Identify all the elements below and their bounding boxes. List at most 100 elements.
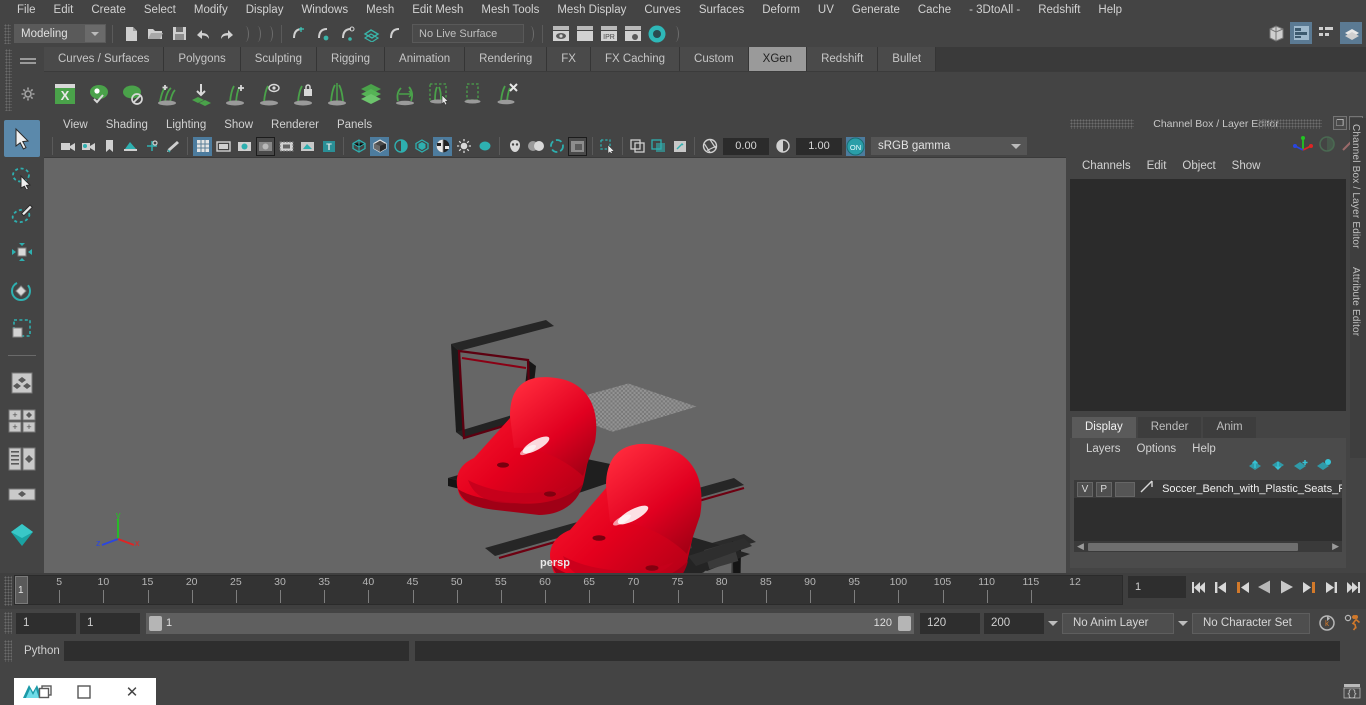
isolate-select-icon[interactable] — [568, 136, 587, 156]
menu-item-curves[interactable]: Curves — [635, 0, 689, 20]
menu-item-surfaces[interactable]: Surfaces — [690, 0, 753, 20]
layer-shading-icon[interactable] — [1139, 479, 1155, 499]
menu-item-file[interactable]: File — [8, 0, 45, 20]
film-origin-icon[interactable] — [277, 137, 296, 156]
move-tool[interactable] — [4, 234, 40, 271]
live-surface-field[interactable]: No Live Surface — [412, 24, 524, 43]
grease-pencil-icon[interactable] — [163, 137, 182, 156]
image-plane-icon[interactable] — [121, 137, 140, 156]
outliner-icon[interactable] — [4, 440, 40, 477]
snap-grid-icon[interactable] — [289, 23, 311, 45]
channel-box-content[interactable] — [1070, 179, 1346, 411]
xgen-lock-icon[interactable] — [286, 74, 320, 114]
go-to-end-icon[interactable] — [1343, 576, 1362, 598]
channels-menu[interactable]: Channels — [1074, 160, 1139, 172]
play-forwards-icon[interactable] — [1277, 576, 1296, 598]
object-menu[interactable]: Object — [1174, 160, 1223, 172]
shelf-tab-bullet[interactable]: Bullet — [878, 47, 937, 71]
scroll-right-arrow[interactable]: ▶ — [1332, 541, 1339, 552]
side-tab-attribute-editor[interactable]: Attribute Editor — [1350, 261, 1361, 336]
character-set-dropdown-arrow[interactable] — [1174, 613, 1192, 633]
shelf-tab-rendering[interactable]: Rendering — [465, 47, 548, 71]
command-language-label[interactable]: Python — [12, 645, 64, 657]
xray-active-components-icon[interactable] — [649, 137, 668, 156]
layer-tab-render[interactable]: Render — [1137, 417, 1202, 438]
command-line-grip[interactable] — [4, 640, 12, 662]
gear-icon[interactable] — [21, 87, 35, 106]
menu-item-cache[interactable]: Cache — [909, 0, 960, 20]
shelf-tab-curves-surfaces[interactable]: Curves / Surfaces — [44, 47, 165, 71]
smooth-shade-icon[interactable] — [370, 136, 389, 156]
2d-pan-zoom-icon[interactable] — [142, 137, 161, 156]
statusbar-grip[interactable] — [4, 23, 11, 44]
layer-name[interactable]: Soccer_Bench_with_Plastic_Seats_For. — [1162, 483, 1342, 495]
menu-item-select[interactable]: Select — [135, 0, 185, 20]
layer-visibility-toggle[interactable]: V — [1077, 481, 1093, 497]
layer-list[interactable]: V P Soccer_Bench_with_Plastic_Seats_For.… — [1074, 480, 1342, 552]
shaded-wireframe-icon[interactable] — [391, 137, 410, 156]
hardware-texturing-icon[interactable] — [412, 137, 431, 156]
snap-point-icon[interactable] — [337, 23, 359, 45]
snap-together-icon[interactable]: + + + — [4, 402, 40, 439]
shelf-tab-xgen[interactable]: XGen — [748, 47, 808, 71]
animation-start-time-field[interactable]: 1 — [16, 612, 76, 634]
maximize-window-icon[interactable] — [60, 678, 108, 705]
viewport-menu-panels[interactable]: Panels — [328, 115, 381, 135]
animation-end-time-field[interactable]: 200 — [984, 612, 1044, 634]
save-scene-icon[interactable] — [168, 23, 190, 45]
undo-icon[interactable] — [192, 23, 214, 45]
menu-item-create[interactable]: Create — [82, 0, 135, 20]
resolution-gate-icon[interactable] — [235, 137, 254, 156]
shelf-tab-polygons[interactable]: Polygons — [164, 47, 241, 71]
wireframe-icon[interactable] — [349, 137, 368, 156]
help-menu[interactable]: Help — [1184, 443, 1224, 455]
character-set-selector[interactable]: No Character Set — [1192, 612, 1310, 634]
xgen-select-region-icon[interactable] — [422, 74, 456, 114]
play-backwards-icon[interactable] — [1255, 576, 1274, 598]
time-slider-track[interactable]: 1 5 10 15 20 25 30 35 40 45 50 55 60 65 70 75 80 85 90 95 1… — [14, 575, 1123, 605]
modeling-toolkit-icon[interactable] — [1265, 22, 1287, 44]
viewport-menu-view[interactable]: View — [54, 115, 97, 135]
range-left-handle[interactable] — [149, 615, 162, 631]
shadows-icon[interactable] — [454, 137, 473, 156]
multisample-icon[interactable] — [526, 137, 545, 156]
menu-set-selector[interactable]: Modeling — [14, 24, 106, 43]
persp-viewport[interactable]: y x z persp — [44, 157, 1066, 573]
show-menu[interactable]: Show — [1224, 160, 1269, 172]
layer-tab-anim[interactable]: Anim — [1203, 417, 1256, 438]
color-management-toggle[interactable]: ON — [846, 136, 865, 156]
xgen-noise-icon[interactable] — [388, 74, 422, 114]
chevron-down-icon[interactable] — [85, 25, 105, 42]
color-space-selector[interactable]: sRGB gamma — [871, 137, 1027, 155]
ipr-render-icon[interactable]: IPR — [598, 23, 620, 45]
xray-icon[interactable] — [298, 137, 317, 156]
menu-item-modify[interactable]: Modify — [185, 0, 237, 20]
move-layer-up-icon[interactable] — [1247, 459, 1263, 477]
menu-item-mesh-tools[interactable]: Mesh Tools — [472, 0, 548, 20]
xgen-hide-icon[interactable] — [116, 74, 150, 114]
range-right-handle[interactable] — [898, 615, 911, 631]
open-scene-icon[interactable] — [144, 23, 166, 45]
select-region-icon[interactable] — [598, 137, 617, 156]
use-all-lights-icon[interactable] — [433, 136, 452, 156]
layers-menu[interactable]: Layers — [1078, 443, 1129, 455]
hscroll-thumb[interactable] — [1088, 542, 1298, 551]
attribute-editor-icon[interactable] — [1290, 22, 1312, 44]
axis-tripod-icon[interactable] — [1292, 134, 1314, 159]
paint-select-tool[interactable] — [4, 196, 40, 233]
viewport-menu-shading[interactable]: Shading — [97, 115, 157, 135]
menu-item-mesh-display[interactable]: Mesh Display — [548, 0, 635, 20]
move-layer-down-icon[interactable] — [1270, 459, 1286, 477]
close-icon[interactable]: ✕ — [126, 683, 139, 701]
command-input-field[interactable] — [64, 641, 409, 661]
xgen-place-icon[interactable] — [184, 74, 218, 114]
gate-mask-icon[interactable] — [256, 136, 275, 156]
current-frame-field[interactable]: 1 — [1128, 576, 1186, 598]
tool-settings-icon[interactable] — [1315, 22, 1337, 44]
show-manipulator-icon[interactable] — [4, 478, 40, 515]
render-current-frame-icon[interactable] — [550, 23, 572, 45]
viewport-menu-renderer[interactable]: Renderer — [262, 115, 328, 135]
step-forward-frame-icon[interactable] — [1299, 576, 1318, 598]
motion-blur-icon[interactable] — [505, 137, 524, 156]
animation-preferences-icon[interactable] — [1340, 614, 1366, 632]
